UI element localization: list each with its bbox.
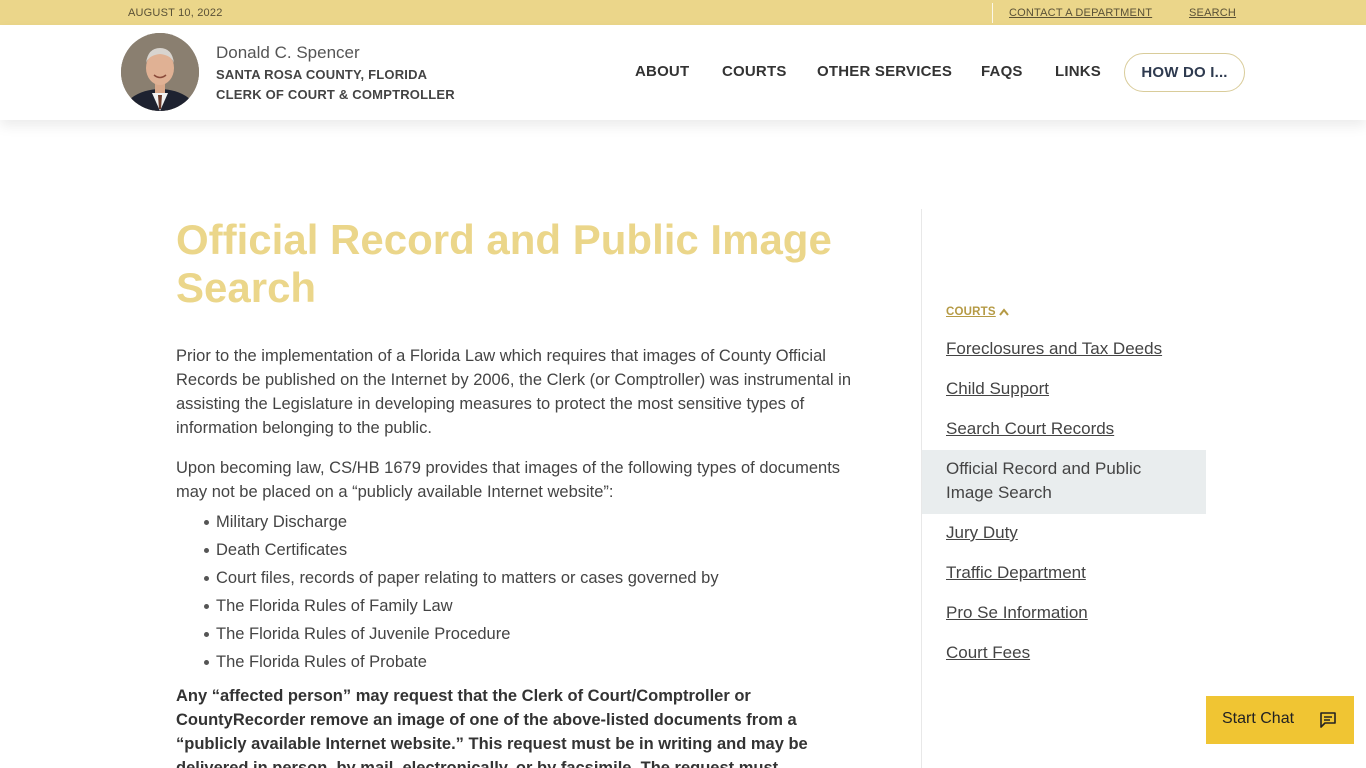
list-item: The Florida Rules of Juvenile Procedure <box>204 620 719 648</box>
contact-department-link[interactable]: CONTACT A DEPARTMENT <box>1009 7 1152 19</box>
sidebar-section-courts[interactable]: COURTS <box>946 306 1009 318</box>
utility-divider <box>992 3 993 23</box>
utility-bar: AUGUST 10, 2022 CONTACT A DEPARTMENT SEA… <box>0 0 1366 25</box>
nav-links[interactable]: LINKS <box>1055 63 1101 80</box>
sidebar-item-pro-se[interactable]: Pro Se Information <box>946 601 1088 625</box>
list-item: The Florida Rules of Probate <box>204 648 719 676</box>
sidebar-item-traffic-department[interactable]: Traffic Department <box>946 561 1086 585</box>
portrait-image <box>121 33 199 111</box>
chat-label: Start Chat <box>1222 710 1295 727</box>
search-link[interactable]: SEARCH <box>1189 7 1236 19</box>
start-chat-button[interactable]: Start Chat <box>1206 696 1354 744</box>
nav-faqs[interactable]: FAQS <box>981 63 1023 80</box>
county-title[interactable]: SANTA ROSA COUNTY, FLORIDA <box>216 67 427 82</box>
list-item: Court files, records of paper relating t… <box>204 564 719 592</box>
site-header: Donald C. Spencer SANTA ROSA COUNTY, FLO… <box>0 25 1366 120</box>
restricted-documents-list: Military Discharge Death Certificates Co… <box>204 508 719 676</box>
sidebar-item-court-fees[interactable]: Court Fees <box>946 641 1030 665</box>
sidebar-item-jury-duty[interactable]: Jury Duty <box>946 521 1018 545</box>
clerk-name[interactable]: Donald C. Spencer <box>216 43 360 63</box>
sidebar-heading-label: COURTS <box>946 306 996 318</box>
office-title[interactable]: CLERK OF COURT & COMPTROLLER <box>216 87 455 102</box>
chevron-up-icon <box>998 308 1009 316</box>
list-item: Military Discharge <box>204 508 719 536</box>
page-title: Official Record and Public Image Search <box>176 216 832 311</box>
list-item: Death Certificates <box>204 536 719 564</box>
sidebar-item-label: Official Record and Public Image Search <box>946 459 1142 502</box>
nav-other-services[interactable]: OTHER SERVICES <box>817 63 952 80</box>
chat-bubble-icon <box>1320 712 1336 728</box>
list-item: The Florida Rules of Family Law <box>204 592 719 620</box>
how-do-i-button[interactable]: HOW DO I... <box>1124 53 1245 92</box>
sidebar-item-foreclosures[interactable]: Foreclosures and Tax Deeds <box>946 337 1162 361</box>
nav-about[interactable]: ABOUT <box>635 63 689 80</box>
sidebar-item-child-support[interactable]: Child Support <box>946 377 1049 401</box>
affected-person-paragraph: Any “affected person” may request that t… <box>176 687 808 768</box>
current-date: AUGUST 10, 2022 <box>128 7 223 19</box>
sidebar-item-search-court-records[interactable]: Search Court Records <box>946 417 1114 441</box>
nav-courts[interactable]: COURTS <box>722 63 787 80</box>
intro-paragraph: Prior to the implementation of a Florida… <box>176 347 852 437</box>
sidebar-item-official-record-search[interactable]: Official Record and Public Image Search <box>922 450 1206 514</box>
law-paragraph: Upon becoming law, CS/HB 1679 provides t… <box>176 459 841 501</box>
clerk-portrait[interactable] <box>121 33 199 111</box>
